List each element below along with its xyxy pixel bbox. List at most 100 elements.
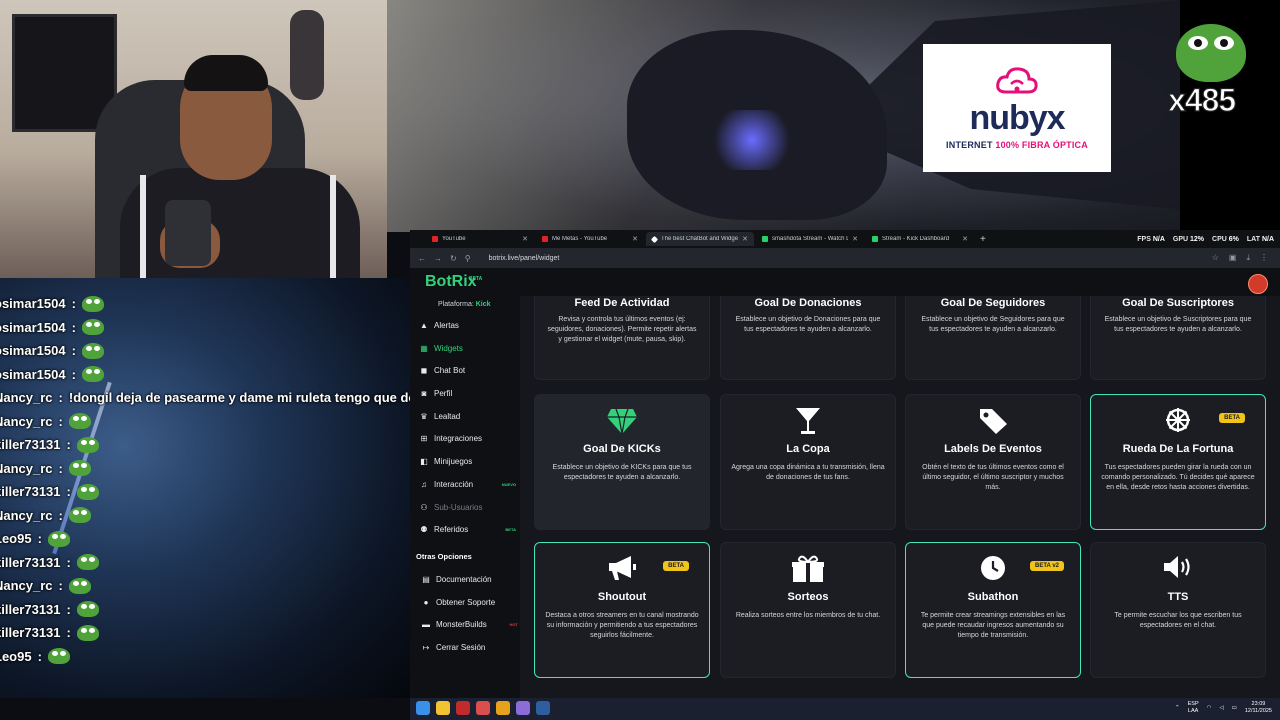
chat-message: Nancy_rc:: [0, 457, 410, 481]
wifi-icon[interactable]: ◠: [1207, 705, 1212, 711]
widget-description: Establece un objetivo de KICKs para que …: [552, 464, 692, 481]
widget-card-goal-de-kicks[interactable]: Goal De KICKs Establece un objetivo de KI…: [534, 394, 710, 530]
emote-eye: [1188, 36, 1208, 50]
new-tab-button[interactable]: +: [976, 234, 986, 245]
widget-description: Obtén el texto de tus últimos eventos co…: [922, 464, 1064, 491]
chat-message: killer73131:: [0, 621, 410, 645]
other-item-obtener-soporte[interactable]: ● Obtener Soporte: [422, 595, 522, 609]
sidebar-badge: NUEVO: [501, 481, 516, 487]
pepe-emote-icon: [76, 624, 99, 641]
chat-message: Nancy_rc:: [0, 410, 410, 434]
sidebar-item-alertas[interactable]: ▲ Alertas: [420, 318, 520, 332]
other-item-documentaci-n[interactable]: ▤ Documentación: [422, 572, 522, 586]
widget-description: Te permite crear streamings extensibles …: [920, 612, 1066, 639]
diamond-icon: [535, 407, 709, 441]
clock-icon: [906, 555, 1080, 587]
sidebar-item-lealtad[interactable]: ♛ Lealtad: [420, 409, 520, 423]
clock[interactable]: 23:09 12/11/2025: [1245, 701, 1272, 715]
chat-username: osimar1504: [0, 296, 66, 312]
widget-card-shoutout[interactable]: Shoutout Destaca a otros streamers en tu …: [534, 542, 710, 678]
sponsor-wordmark: nubyx: [969, 99, 1065, 137]
extensions-icon[interactable]: ▣: [1229, 253, 1237, 263]
volume-icon[interactable]: ◁: [1219, 705, 1223, 711]
chat-message: osimar1504:: [0, 339, 410, 363]
back-icon[interactable]: ←: [418, 254, 426, 263]
forward-icon[interactable]: →: [434, 254, 442, 263]
chat-username: osimar1504: [0, 366, 66, 382]
close-icon[interactable]: ✕: [962, 235, 968, 243]
browser-tab[interactable]: Me Metas - YouTube ✕: [536, 232, 644, 246]
cloud-wifi-icon: [996, 67, 1038, 94]
bookmark-star-icon[interactable]: ☆: [1212, 253, 1219, 263]
sponsor-tagline: INTERNET 100% FIBRA ÓPTICA: [946, 140, 1088, 150]
widget-card-goal-de-seguidores[interactable]: Goal De Seguidores Establece un objetivo …: [905, 296, 1081, 380]
widget-title: Labels De Eventos: [944, 443, 1042, 455]
widget-description: Te permite escuchar los que escriben tus…: [1114, 612, 1242, 629]
downloads-icon[interactable]: ⤓: [1246, 253, 1250, 263]
chat-username: killer73131: [0, 484, 61, 500]
botrix-logo[interactable]: BotRix BETA: [425, 273, 482, 291]
widget-card-feed-de-actividad[interactable]: Feed De Actividad Revisa y controla tus ú…: [534, 296, 710, 380]
browser-tab[interactable]: Stream - Kick Dashboard ✕: [866, 232, 974, 246]
widget-card-subathon[interactable]: Subathon Te permite crear streamings exte…: [905, 542, 1081, 678]
app-header: BotRix BETA: [410, 268, 1280, 296]
widget-card-tts[interactable]: TTS Te permite escuchar los que escriben …: [1090, 542, 1266, 678]
url-field[interactable]: botrix.live/panel/widget: [479, 251, 1204, 265]
steam-icon[interactable]: [536, 701, 550, 715]
widget-title: Goal De Donaciones: [754, 297, 862, 309]
close-icon[interactable]: ✕: [742, 235, 748, 243]
pepe-emote-icon: [76, 554, 99, 571]
kick-app-icon[interactable]: [456, 701, 470, 715]
chrome-icon[interactable]: [496, 701, 510, 715]
sidebar-badge: BETA: [505, 526, 516, 532]
close-icon[interactable]: ✕: [852, 235, 858, 243]
close-icon[interactable]: ✕: [522, 235, 528, 243]
gift-icon: [721, 555, 895, 589]
sidebar-item-sub-usuarios[interactable]: ⚇ Sub-Usuarios: [420, 500, 520, 514]
youtube-icon: [542, 236, 548, 242]
browser-tab[interactable]: YouTube ✕: [426, 232, 534, 246]
chat-message: killer73131:: [0, 551, 410, 575]
sidebar-item-perfil[interactable]: ◙ Perfil: [420, 386, 520, 400]
widget-card-goal-de-donaciones[interactable]: Goal De Donaciones Establece un objetivo …: [720, 296, 896, 380]
menu-icon[interactable]: ⋮: [1260, 253, 1268, 263]
docs-icon: ▤: [422, 574, 430, 584]
sidebar-item-widgets[interactable]: ▦ Widgets: [420, 341, 520, 355]
other-item-monsterbuilds[interactable]: ▬ MonsterBuilds HOT: [422, 617, 522, 631]
sidebar-item-referidos[interactable]: ⚉ Referidos BETA: [420, 522, 520, 536]
start-icon[interactable]: [416, 701, 430, 715]
widget-card-la-copa[interactable]: La Copa Agrega una copa dinámica a tu tra…: [720, 394, 896, 530]
sidebar-item-minijuegos[interactable]: ◧ Minijuegos: [420, 454, 520, 468]
chat-message: osimar1504:: [0, 363, 410, 387]
obs-icon[interactable]: [476, 701, 490, 715]
pepe-emote-icon: [81, 342, 104, 359]
speaker-icon: [1091, 555, 1265, 585]
widget-card-rueda-de-la-fortuna[interactable]: Rueda De La Fortuna Tus espectadores pued…: [1090, 394, 1266, 530]
system-stats: FPS N/A GPU 12% CPU 6% LAT N/A: [1137, 236, 1274, 243]
chevron-up-icon[interactable]: ⌃: [1175, 705, 1180, 711]
battery-icon[interactable]: ▭: [1232, 705, 1237, 711]
discord-icon[interactable]: [516, 701, 530, 715]
browser-tab[interactable]: smashdota Stream - Watch Live✕: [756, 232, 864, 246]
site-info-icon[interactable]: ⚲: [465, 254, 471, 263]
widget-card-goal-de-suscriptores[interactable]: Goal De Suscriptores Establece un objetiv…: [1090, 296, 1266, 380]
sidebar-item-label: Integraciones: [434, 433, 483, 443]
sidebar-item-chat-bot[interactable]: ◼ Chat Bot: [420, 363, 520, 377]
sidebar-item-interacci-n[interactable]: ♫ Interacción NUEVO: [420, 477, 520, 491]
close-icon[interactable]: ✕: [632, 235, 638, 243]
youtube-icon: [432, 236, 438, 242]
widget-card-labels-de-eventos[interactable]: Labels De Eventos Obtén el texto de tus ú…: [905, 394, 1081, 530]
browser-tab-active[interactable]: The best ChatBot and Widgets ✕: [646, 232, 754, 246]
pepe-emote-icon: [81, 319, 104, 336]
reload-icon[interactable]: ↻: [450, 254, 457, 263]
file-explorer-icon[interactable]: [436, 701, 450, 715]
chat-username: osimar1504: [0, 319, 66, 335]
sidebar-item-label: Interacción: [434, 479, 474, 489]
user-avatar[interactable]: [1248, 274, 1268, 294]
other-item-cerrar-sesi-n[interactable]: ↦ Cerrar Sesión: [422, 640, 522, 654]
sidebar-item-integraciones[interactable]: ⊞ Integraciones: [420, 431, 520, 445]
chat-username: Nancy_rc: [0, 578, 53, 594]
users-icon: ⚇: [420, 502, 428, 512]
hot-badge: HOT: [509, 621, 518, 627]
widget-card-sorteos[interactable]: Sorteos Realiza sorteos entre los miembro…: [720, 542, 896, 678]
